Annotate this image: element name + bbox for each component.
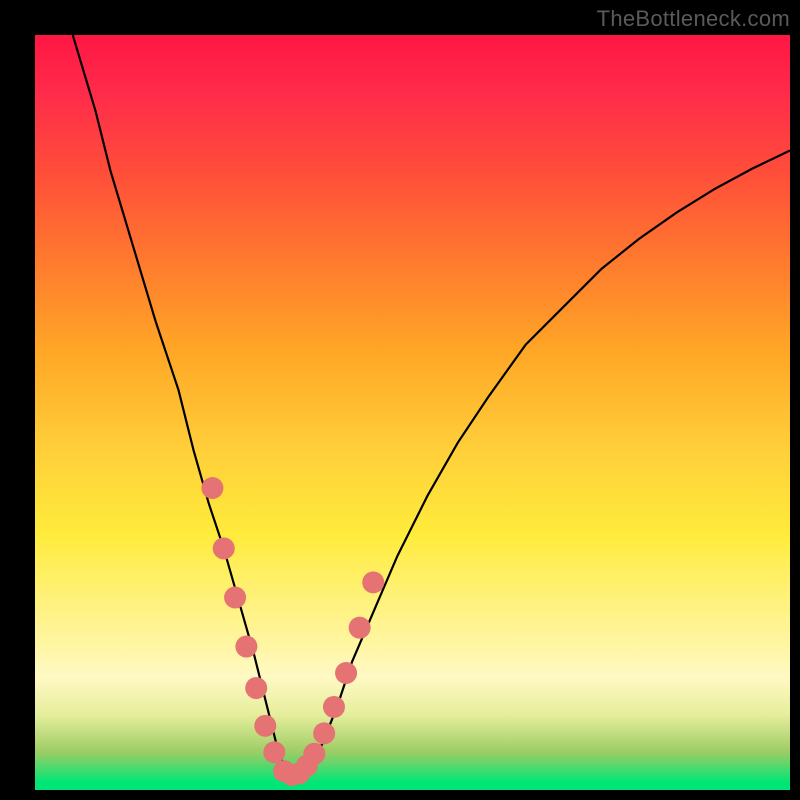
marker-point	[349, 617, 371, 639]
marker-point	[245, 677, 267, 699]
marker-point	[313, 722, 335, 744]
chart-svg	[35, 35, 790, 790]
marker-point	[213, 537, 235, 559]
watermark-text: TheBottleneck.com	[597, 6, 790, 32]
marker-point	[263, 741, 285, 763]
marker-point	[335, 662, 357, 684]
marker-point	[201, 477, 223, 499]
chart-plot-area	[35, 35, 790, 790]
marker-points	[201, 477, 384, 786]
bottleneck-curve	[73, 35, 790, 775]
marker-point	[362, 571, 384, 593]
marker-point	[323, 696, 345, 718]
marker-point	[235, 636, 257, 658]
marker-point	[254, 715, 276, 737]
marker-point	[303, 743, 325, 765]
marker-point	[224, 586, 246, 608]
